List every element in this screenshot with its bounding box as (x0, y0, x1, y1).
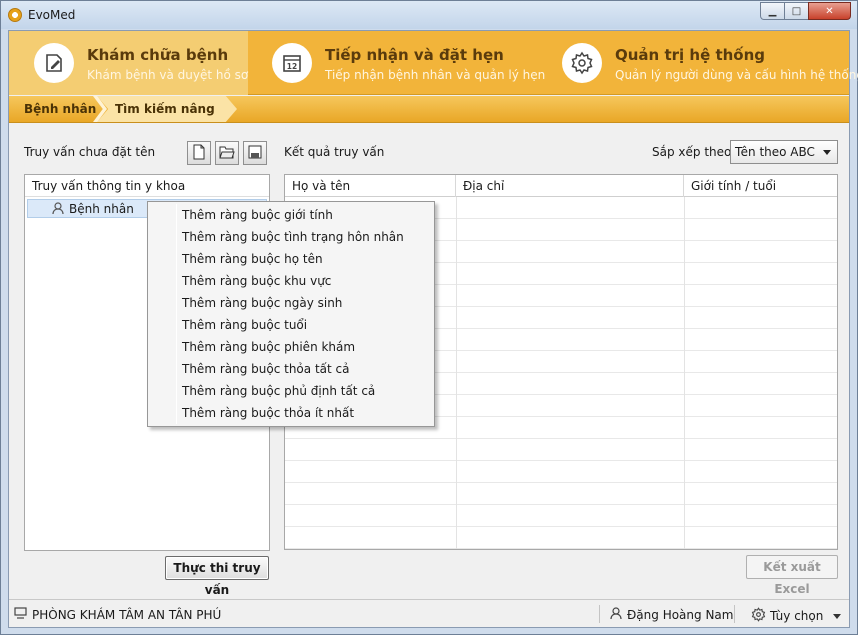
sort-label: Sắp xếp theo: (652, 145, 736, 159)
module-subtitle: Tiếp nhận bệnh nhân và quản lý hẹn (325, 68, 546, 82)
status-separator (734, 605, 735, 623)
menu-item-gioi-tinh[interactable]: Thêm ràng buộc giới tính (182, 204, 333, 226)
export-excel-button[interactable]: Kết xuất Excel (746, 555, 838, 596)
column-divider (456, 197, 457, 549)
module-title: Quản trị hệ thống (615, 46, 766, 64)
module-kham-chua-benh[interactable]: Khám chữa bệnh Khám bệnh và duyệt hồ sơ (9, 31, 248, 95)
chevron-down-icon (833, 613, 842, 619)
menu-item-tinh-trang-hon-nhan[interactable]: Thêm ràng buộc tình trạng hôn nhân (182, 226, 404, 248)
module-quan-tri[interactable]: Quản trị hệ thống Quản lý người dùng và … (538, 31, 858, 95)
tree-header: Truy vấn thông tin y khoa (25, 175, 269, 197)
window-title: EvoMed (28, 8, 76, 22)
query-name-label: Truy vấn chưa đặt tên (24, 145, 156, 159)
column-header-gioi-tinh-tuoi[interactable]: Giới tính / tuổi (684, 175, 837, 197)
column-header-ho-ten[interactable]: Họ và tên (285, 175, 456, 197)
menu-item-thoa-tat-ca[interactable]: Thêm ràng buộc thỏa tất cả (182, 358, 349, 380)
user-icon (610, 607, 622, 623)
new-query-button[interactable] (187, 141, 211, 165)
menu-item-ngay-sinh[interactable]: Thêm ràng buộc ngày sinh (182, 292, 342, 314)
save-query-button[interactable] (243, 141, 267, 165)
maximize-button[interactable]: □ (784, 2, 809, 20)
gear-icon (562, 43, 602, 83)
breadcrumb-item-tim-kiem[interactable]: Tìm kiếm nâng cao (97, 96, 237, 122)
column-header-dia-chi[interactable]: Địa chỉ (456, 175, 684, 197)
module-bar: Khám chữa bệnh Khám bệnh và duyệt hồ sơ … (9, 31, 858, 95)
breadcrumb-item-benh-nhan[interactable]: Bệnh nhân (9, 96, 105, 122)
clinic-icon (14, 607, 27, 622)
person-icon (52, 202, 64, 218)
minimize-button[interactable]: ▁ (760, 2, 785, 20)
module-title: Tiếp nhận và đặt hẹn (325, 46, 504, 64)
menu-item-phu-dinh-tat-ca[interactable]: Thêm ràng buộc phủ định tất cả (182, 380, 375, 402)
status-separator (599, 605, 600, 623)
title-bar[interactable]: EvoMed ▁ □ ✕ (1, 1, 857, 29)
grid-header: Họ và tên Địa chỉ Giới tính / tuổi (285, 175, 837, 197)
module-subtitle: Quản lý người dùng và cấu hình hệ thống (615, 68, 858, 82)
clinic-name: PHÒNG KHÁM TÂM AN TÂN PHÚ (32, 607, 222, 622)
close-button[interactable]: ✕ (808, 2, 851, 20)
tree-node-label: Bệnh nhân (69, 202, 134, 216)
user-name: Đặng Hoàng Nam (627, 608, 734, 622)
open-folder-icon (219, 145, 235, 162)
open-query-button[interactable] (215, 141, 239, 165)
results-label: Kết quả truy vấn (284, 145, 385, 159)
options-label: Tùy chọn (770, 609, 824, 623)
calendar-icon: 12 (272, 43, 312, 83)
save-icon (248, 145, 262, 162)
menu-item-thoa-it-nhat[interactable]: Thêm ràng buộc thỏa ít nhất (182, 402, 354, 424)
menu-icon-gutter (176, 204, 177, 424)
user-status[interactable]: Đặng Hoàng Nam (610, 607, 733, 623)
status-bar: PHÒNG KHÁM TÂM AN TÂN PHÚ Đặng Hoàng Nam… (9, 599, 849, 627)
menu-item-tuoi[interactable]: Thêm ràng buộc tuổi (182, 314, 307, 336)
module-subtitle: Khám bệnh và duyệt hồ sơ (87, 68, 249, 82)
chevron-down-icon (823, 150, 831, 155)
module-title: Khám chữa bệnh (87, 46, 229, 64)
settings-icon (751, 607, 766, 625)
sort-select-value: Tên theo ABC (735, 145, 815, 159)
module-tiep-nhan[interactable]: 12 Tiếp nhận và đặt hẹn Tiếp nhận bệnh n… (248, 31, 545, 95)
app-logo-icon (8, 8, 22, 22)
menu-item-phien-kham[interactable]: Thêm ràng buộc phiên khám (182, 336, 355, 358)
app-window: EvoMed ▁ □ ✕ Khám chữa bệnh Khám bệnh và… (0, 0, 858, 635)
execute-query-button[interactable]: Thực thi truy vấn (165, 556, 269, 597)
column-divider (684, 197, 685, 549)
new-document-icon (192, 144, 206, 163)
menu-item-khu-vuc[interactable]: Thêm ràng buộc khu vực (182, 270, 331, 292)
svg-text:12: 12 (287, 62, 297, 71)
sort-select[interactable]: Tên theo ABC (730, 140, 838, 164)
options-menu[interactable]: Tùy chọn (751, 607, 842, 625)
context-menu: Thêm ràng buộc giới tính Thêm ràng buộc … (147, 201, 435, 427)
edit-document-icon (34, 43, 74, 83)
menu-item-ho-ten[interactable]: Thêm ràng buộc họ tên (182, 248, 323, 270)
breadcrumb: Bệnh nhân Tìm kiếm nâng cao (9, 96, 849, 123)
clinic-status: PHÒNG KHÁM TÂM AN TÂN PHÚ (14, 607, 221, 622)
